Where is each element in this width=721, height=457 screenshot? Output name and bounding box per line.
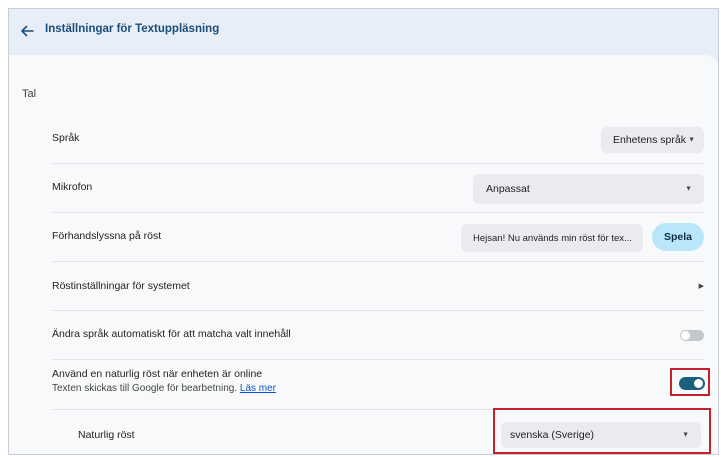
natural-voice-label: Naturlig röst: [78, 429, 135, 441]
play-button[interactable]: Spela: [652, 223, 704, 251]
system-voice-row[interactable]: Röstinställningar för systemet ▶: [52, 262, 704, 311]
preview-label: Förhandslyssna på röst: [52, 230, 162, 242]
microphone-select[interactable]: Anpassat ▼: [473, 174, 704, 204]
microphone-label: Mikrofon: [52, 181, 93, 193]
learn-more-link[interactable]: Läs mer: [240, 383, 276, 394]
natural-voice-online-row: Använd en naturlig röst när enheten är o…: [52, 360, 705, 410]
preview-text: Hejsan! Nu används min röst för tex...: [473, 233, 632, 244]
top-bar: Inställningar för Textuppläsning: [9, 9, 718, 55]
natural-voice-online-description: Texten skickas till Google för bearbetni…: [52, 383, 276, 394]
toggle-knob: [681, 331, 690, 340]
arrow-left-icon[interactable]: [18, 22, 36, 40]
page-title: Inställningar för Textuppläsning: [45, 23, 220, 35]
chevron-right-icon: ▶: [698, 283, 704, 290]
auto-language-toggle[interactable]: [680, 330, 704, 341]
description-text: Texten skickas till Google för bearbetni…: [52, 383, 238, 394]
microphone-value: Anpassat: [486, 183, 530, 195]
microphone-row: Mikrofon Anpassat ▼: [52, 164, 704, 213]
system-voice-label: Röstinställningar för systemet: [52, 280, 190, 292]
auto-language-label: Ändra språk automatiskt för att matcha v…: [52, 328, 291, 340]
language-value: Enhetens språk: [613, 134, 686, 146]
language-select[interactable]: Enhetens språk ▼: [601, 127, 704, 153]
auto-language-row: Ändra språk automatiskt för att matcha v…: [52, 311, 704, 360]
language-row: Språk Enhetens språk ▼: [52, 115, 704, 164]
settings-panel: Tal Språk Enhetens språk ▼ Mikrofon Anpa…: [9, 55, 718, 454]
caret-down-icon: ▼: [688, 136, 695, 144]
section-title: Tal: [22, 88, 37, 100]
language-label: Språk: [52, 132, 80, 144]
preview-row: Förhandslyssna på röst Hejsan! Nu använd…: [52, 213, 704, 262]
highlight-frame-select: [493, 408, 711, 454]
highlight-frame-toggle: [670, 368, 710, 396]
settings-window: Inställningar för Textuppläsning Tal Spr…: [8, 8, 719, 455]
natural-voice-online-label: Använd en naturlig röst när enheten är o…: [52, 368, 263, 380]
preview-text-input[interactable]: Hejsan! Nu används min röst för tex...: [461, 224, 643, 252]
caret-down-icon: ▼: [685, 185, 692, 193]
